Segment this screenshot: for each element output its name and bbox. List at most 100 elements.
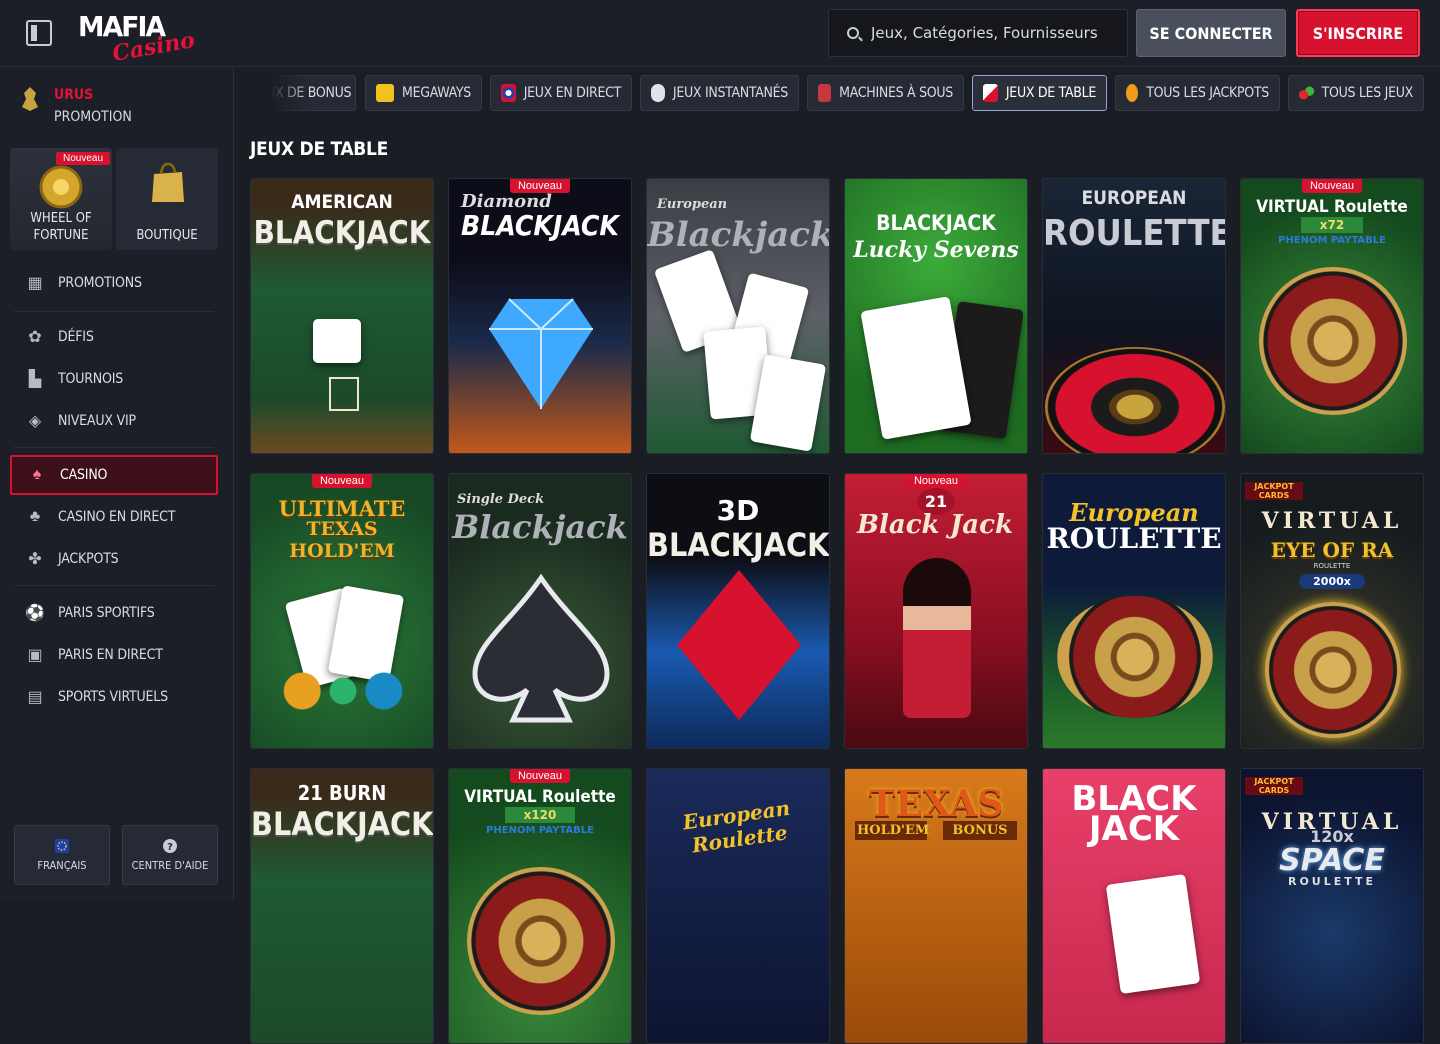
signup-button[interactable]: S'INSCRIRE [1296,9,1420,57]
boutique-label: BOUTIQUE [136,228,198,243]
sidebar-item-defis[interactable]: ✿ DÉFIS [10,317,218,357]
help-icon: ? [163,838,177,853]
game-subtitle: EYE OF RA [1270,538,1394,562]
divider [14,447,214,448]
tab-jeux-de-table[interactable]: JEUX DE TABLE [972,75,1107,111]
chips-icon: ♠ [32,466,42,483]
sidebar: URUS PROMOTION Nouveau WHEEL OF FORTUNE … [0,67,234,900]
game-subtitle: BLACKJACK [253,215,431,251]
live-icon: ▣ [27,647,43,664]
game-tile-black-jack-2[interactable]: BLACK JACK [1042,768,1226,1044]
tab-label: TOUS LES JEUX [1321,85,1414,101]
roulette-wheel-image [1265,602,1401,738]
game-tile-texas-holdem-bonus[interactable]: TEXAS HOLD'EM BONUS [844,768,1028,1044]
game-tile-single-deck-blackjack[interactable]: Single Deck Blackjack [448,473,632,749]
game-title: VIRTUAL Roulette [464,787,616,807]
game-tile-virtual-space-roulette[interactable]: JACKPOT CARDS VIRTUAL 120x SPACE ROULETT… [1240,768,1424,1044]
game-tile-black-jack[interactable]: Nouveau 21 Black Jack [844,473,1028,749]
game-title: European [657,197,728,212]
new-badge: Nouveau [905,474,967,488]
top-header: MAFIA Casino SE CONNECTER S'INSCRIRE [0,0,1440,67]
tab-machines-a-sous[interactable]: MACHINES À SOUS [807,75,964,111]
game-subtitle: SPACE [1279,843,1385,878]
sidebar-item-paris-sportifs[interactable]: ⚽ PARIS SPORTIFS [10,593,218,633]
sidebar-item-tournois[interactable]: ▙ TOURNOIS [10,359,218,399]
language-button[interactable]: FRANÇAIS [14,825,110,885]
tab-label: JEUX EN DIRECT [523,85,622,101]
podium-icon: ▙ [28,371,42,388]
tab-label: JEUX INSTANTANÉS [672,85,788,101]
dealer-image [903,558,971,718]
sidebar-item-sports-virtuels[interactable]: ▤ SPORTS VIRTUELS [10,677,218,717]
roulette-label: ROULETTE [1287,875,1377,888]
game-subtitle: HOLD'EM [855,821,930,840]
sidebar-item-casino[interactable]: ♠ CASINO [10,455,218,495]
game-tile-diamond-blackjack[interactable]: Nouveau Diamond BLACKJACK [448,178,632,454]
game-tile-blackjack-lucky-sevens[interactable]: BLACKJACK Lucky Sevens [844,178,1028,454]
tab-jeux-en-direct[interactable]: JEUX EN DIRECT [490,75,632,111]
live-casino-icon: ♣ [29,508,41,525]
game-tile-american-blackjack[interactable]: AMERICAN BLACKJACK [250,178,434,454]
game-title: EUROPEAN [1081,187,1187,209]
promo-title: URUS [54,87,94,103]
sidebar-item-label: JACKPOTS [58,551,119,567]
game-tile-european-roulette-2[interactable]: European ROULETTE [1042,473,1226,749]
game-tile-ultimate-texas-holdem[interactable]: Nouveau ULTIMATE TEXAS HOLD'EM [250,473,434,749]
game-title: VIRTUAL Roulette [1256,197,1408,217]
search-input[interactable] [871,24,1121,42]
sidebar-item-jackpots[interactable]: ✤ JACKPOTS [10,539,218,579]
game-subtitle: BLACKJACK [647,526,830,564]
boutique-tile[interactable]: BOUTIQUE [116,148,218,250]
game-tile-virtual-eye-of-ra[interactable]: JACKPOT CARDS VIRTUAL EYE OF RA ROULETTE… [1240,473,1424,749]
dice-icon [983,84,998,102]
wheel-of-fortune-tile[interactable]: Nouveau WHEEL OF FORTUNE [10,148,112,250]
multiplier-badge: 2000x [1299,574,1365,589]
roulette-label: ROULETTE [1313,562,1351,570]
game-subtitle: Jack [950,510,1013,540]
game-tile-european-roulette-3[interactable]: European Roulette [646,768,830,1044]
search-box[interactable] [828,9,1128,57]
clover-icon: ✤ [28,551,42,568]
game-tile-21-burn-blackjack[interactable]: 21 BURN BLACKJACK [250,768,434,1044]
game-subtitle: Blackjack [647,215,830,255]
chips-image [275,666,411,716]
tab-jeux-instantanes[interactable]: JEUX INSTANTANÉS [640,75,799,111]
tab-label: JEUX DE TABLE [1005,85,1096,101]
tab-tous-les-jeux[interactable]: TOUS LES JEUX [1288,75,1424,111]
tab-megaways[interactable]: MEGAWAYS [365,75,482,111]
game-title: Single Deck [457,492,545,507]
slot-machine-icon [818,84,832,102]
game-subtitle: BLACKJACK [461,209,619,242]
login-button[interactable]: SE CONNECTER [1136,9,1286,57]
sidebar-item-label: SPORTS VIRTUELS [58,689,168,705]
promo-subtitle: PROMOTION [54,109,132,125]
sidebar-item-promotions[interactable]: ▦ PROMOTIONS [10,263,218,303]
game-title: VIRTUAL [1261,508,1403,534]
game-tile-european-roulette[interactable]: EUROPEAN ROULETTE [1042,178,1226,454]
sidebar-toggle-icon[interactable] [26,20,52,46]
game-tile-european-blackjack[interactable]: European Blackjack [646,178,830,454]
divider [14,311,214,312]
eu-flag-icon [55,838,69,853]
sidebar-item-casino-en-direct[interactable]: ♣ CASINO EN DIRECT [10,497,218,537]
game-subtitle: ROULETTE [1046,522,1222,555]
language-label: FRANÇAIS [37,858,87,872]
diamond-suit-image [677,570,801,720]
sidebar-item-paris-en-direct[interactable]: ▣ PARIS EN DIRECT [10,635,218,675]
diamond-icon: ◈ [28,413,42,430]
sidebar-item-niveaux-vip[interactable]: ◈ NIVEAUX VIP [10,401,218,441]
jackpot-cards-badge: JACKPOT CARDS [1245,482,1303,500]
game-tile-3d-blackjack[interactable]: 3D BLACKJACK [646,473,830,749]
tab-tous-les-jackpots[interactable]: TOUS LES JACKPOTS [1115,75,1280,111]
game-tile-virtual-roulette-x120[interactable]: Nouveau VIRTUAL Roulette x120 PHENOM PAY… [448,768,632,1044]
jackpot-bell-icon [1126,84,1139,102]
feature-tiles: Nouveau WHEEL OF FORTUNE BOUTIQUE [10,148,218,250]
tab-label: TOUS LES JACKPOTS [1146,85,1269,101]
help-center-button[interactable]: ? CENTRE D'AIDE [122,825,218,885]
game-subtitle: Blackjack [452,508,628,546]
jackpot-cards-badge: JACKPOT CARDS [1245,777,1303,795]
sidebar-item-label: PARIS EN DIRECT [58,647,163,663]
game-tile-virtual-roulette-x72[interactable]: Nouveau VIRTUAL Roulette x72 PHENOM PAYT… [1240,178,1424,454]
logo[interactable]: MAFIA Casino [78,8,197,67]
megaways-icon [376,84,395,102]
